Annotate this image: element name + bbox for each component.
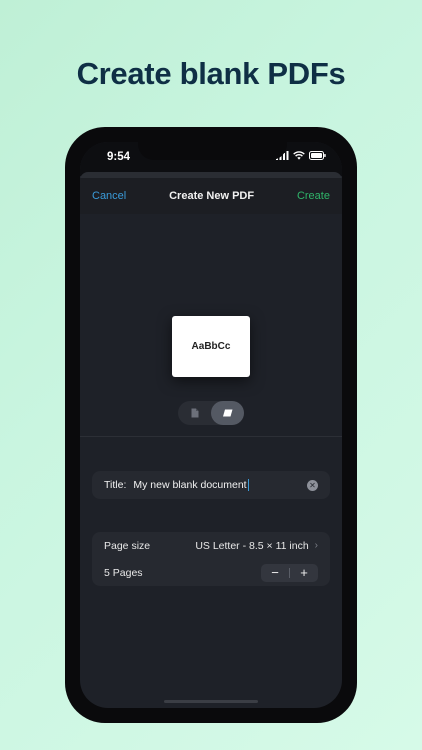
headline: Create blank PDFs (76, 56, 346, 91)
page-preview: AaBbCc (172, 316, 250, 377)
document-icon (191, 408, 198, 418)
segment-page[interactable] (211, 401, 244, 425)
title-input[interactable]: My new blank document (133, 478, 307, 492)
clear-icon[interactable]: ✕ (307, 479, 318, 491)
status-time: 9:54 (107, 151, 131, 163)
pages-row: 5 Pages − + (92, 559, 330, 586)
settings-card: Page size US Letter - 8.5 × 11 inch › 5 … (92, 532, 330, 586)
page-size-label: Page size (104, 539, 151, 552)
pages-label: 5 Pages (104, 566, 143, 579)
home-indicator (164, 700, 258, 703)
increment-button[interactable]: + (290, 564, 318, 582)
pages-stepper: − + (261, 563, 318, 582)
page-icon (223, 409, 233, 417)
create-button[interactable]: Create (297, 190, 330, 202)
phone-notch (138, 142, 287, 160)
nav-bar: Cancel Create New PDF Create (80, 178, 342, 214)
section-divider (80, 436, 342, 437)
chevron-right-icon: › (314, 540, 318, 551)
page-size-value: US Letter - 8.5 × 11 inch (195, 539, 309, 552)
decrement-button[interactable]: − (261, 564, 289, 582)
title-field[interactable]: Title: My new blank document ✕ (92, 471, 330, 499)
page-type-segmented-control (178, 401, 244, 425)
preview-sample-text: AaBbCc (191, 341, 231, 352)
cancel-button[interactable]: Cancel (92, 190, 126, 202)
wifi-icon (293, 151, 305, 160)
title-label: Title: (104, 479, 127, 491)
battery-icon (309, 151, 326, 160)
phone-screen: 9:54 Cancel Create New PDF Create AaBbCc… (80, 142, 342, 708)
text-caret (247, 479, 249, 492)
segment-document[interactable] (178, 401, 211, 425)
title-input-text: My new blank document (133, 478, 247, 491)
nav-title: Create New PDF (169, 190, 255, 202)
page-size-row[interactable]: Page size US Letter - 8.5 × 11 inch › (92, 532, 330, 559)
